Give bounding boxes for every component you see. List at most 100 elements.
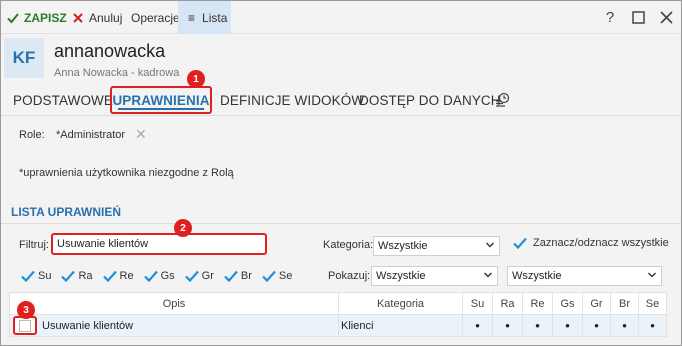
check-icon — [7, 12, 19, 23]
roles-label: Role: — [19, 129, 45, 141]
cell-su[interactable]: • — [462, 315, 492, 336]
category-select-value: Wszystkie — [378, 240, 428, 252]
chevron-down-icon — [648, 272, 656, 278]
checkbox-su[interactable]: Su — [21, 270, 51, 282]
category-label: Kategoria: — [323, 239, 374, 251]
show-select-2-value: Wszystkie — [512, 270, 562, 282]
permissions-note: *uprawnienia użytkownika niezgodne z Rol… — [19, 167, 234, 179]
check-icon — [21, 270, 35, 282]
check-icon — [513, 237, 527, 249]
toolbar: ZAPISZ Anuluj Operacje ≡ Lista ? — [1, 1, 681, 34]
header-br[interactable]: Br — [610, 293, 638, 314]
checkbox-re[interactable]: Re — [102, 270, 134, 282]
checkbox-box — [19, 320, 31, 332]
checkbox-label: Gs — [160, 270, 175, 282]
cell-se[interactable]: • — [638, 315, 666, 336]
header-opis[interactable]: Opis — [10, 293, 338, 314]
check-icon — [262, 270, 276, 282]
cell-re[interactable]: • — [522, 315, 552, 336]
select-all-label: Zaznacz/odznacz wszystkie — [533, 237, 669, 249]
header-su[interactable]: Su — [462, 293, 492, 314]
checkbox-ra[interactable]: Ra — [61, 270, 93, 282]
close-icon — [73, 12, 83, 23]
show-select-1[interactable]: Wszystkie — [371, 266, 498, 286]
close-window-button[interactable] — [654, 1, 678, 34]
window: ZAPISZ Anuluj Operacje ≡ Lista ? KF anna… — [0, 0, 682, 346]
checkbox-label: Se — [278, 270, 293, 282]
checkbox-gs[interactable]: Gs — [143, 270, 175, 282]
check-icon — [184, 270, 199, 282]
header-ra[interactable]: Ra — [492, 293, 522, 314]
check-icon — [224, 270, 238, 282]
checkbox-se[interactable]: Se — [262, 270, 292, 282]
tab-history[interactable] — [493, 84, 513, 116]
checkbox-label: Ra — [78, 270, 93, 282]
active-tab-underline — [118, 108, 204, 110]
cell-br[interactable]: • — [610, 315, 638, 336]
save-label: ZAPISZ — [24, 10, 67, 25]
check-icon — [61, 270, 76, 282]
tab-bar: PODSTAWOWE UPRAWNIENIA DEFINICJE WIDOKÓW… — [1, 84, 681, 116]
checkbox-br[interactable]: Br — [224, 270, 252, 282]
user-header: KF annanowacka Anna Nowacka - kadrowa — [1, 34, 681, 84]
tab-uprawnienia[interactable]: UPRAWNIENIA — [110, 86, 212, 114]
tab-podstawowe[interactable]: PODSTAWOWE — [13, 84, 113, 116]
list-label: Lista — [202, 10, 228, 25]
show-label: Pokazuj: — [328, 270, 371, 282]
cell-opis: Usuwanie klientów — [42, 319, 134, 332]
category-select[interactable]: Wszystkie — [373, 236, 500, 256]
cancel-button[interactable]: Anuluj — [72, 1, 122, 34]
header-kategoria[interactable]: Kategoria — [338, 293, 462, 314]
history-icon — [496, 92, 510, 107]
annotation-badge-1: 1 — [187, 70, 205, 88]
check-icon — [143, 270, 158, 282]
annotation-badge-3: 3 — [17, 301, 35, 319]
operations-label: Operacje — [131, 10, 180, 25]
annotation-badge-2: 2 — [174, 219, 192, 237]
cell-gs[interactable]: • — [552, 315, 582, 336]
filter-input[interactable] — [51, 233, 267, 255]
menu-icon: ≡ — [188, 10, 196, 25]
checkbox-label: Br — [240, 270, 252, 282]
check-icon — [102, 270, 117, 282]
checkbox-gr[interactable]: Gr — [184, 270, 214, 282]
maximize-icon — [631, 11, 645, 24]
permissions-panel: Role: *Administrator ✕ *uprawnienia użyt… — [1, 116, 681, 345]
permission-filter-checkboxes: Su Ra Re Gs Gr Br Se — [21, 266, 302, 286]
table-row[interactable]: Usuwanie klientów Klienci • • • • • • • — [9, 315, 667, 337]
checkbox-label: Gr — [201, 270, 214, 282]
remove-role-icon[interactable]: ✕ — [135, 126, 147, 143]
save-button[interactable]: ZAPISZ — [7, 1, 67, 34]
checkbox-label: Re — [119, 270, 134, 282]
close-window-icon — [659, 11, 673, 24]
avatar: KF — [4, 38, 44, 78]
tab-dostep-do-danych[interactable]: DOSTĘP DO DANYCH — [359, 84, 501, 116]
username: annanowacka — [54, 41, 166, 61]
help-button[interactable]: ? — [598, 1, 622, 34]
tab-definicje-widokow[interactable]: DEFINICJE WIDOKÓW — [220, 84, 364, 116]
header-gr[interactable]: Gr — [582, 293, 610, 314]
filter-label: Filtruj: — [19, 239, 49, 251]
header-re[interactable]: Re — [522, 293, 552, 314]
user-fullname: Anna Nowacka - kadrowa — [54, 67, 180, 79]
chevron-down-icon — [486, 242, 494, 248]
cell-ra[interactable]: • — [492, 315, 522, 336]
operations-button[interactable]: Operacje — [131, 1, 180, 34]
role-value: *Administrator — [56, 129, 126, 141]
cell-gr[interactable]: • — [582, 315, 610, 336]
header-gs[interactable]: Gs — [552, 293, 582, 314]
section-divider — [1, 223, 681, 224]
show-select-2[interactable]: Wszystkie — [507, 266, 662, 286]
header-se[interactable]: Se — [638, 293, 666, 314]
tab-uprawnienia-label: UPRAWNIENIA — [112, 92, 210, 108]
checkbox-label: Su — [38, 270, 52, 282]
show-select-1-value: Wszystkie — [376, 270, 426, 282]
table-header: Opis Kategoria Su Ra Re Gs Gr Br Se — [9, 292, 667, 315]
cell-kategoria: Klienci — [338, 315, 462, 336]
chevron-down-icon — [484, 272, 492, 278]
maximize-button[interactable] — [626, 1, 650, 34]
select-all-checkbox[interactable]: Zaznacz/odznacz wszystkie — [513, 237, 669, 249]
list-button[interactable]: ≡ Lista — [178, 1, 231, 34]
section-title: LISTA UPRAWNIEŃ — [11, 205, 121, 219]
cancel-label: Anuluj — [89, 10, 123, 25]
